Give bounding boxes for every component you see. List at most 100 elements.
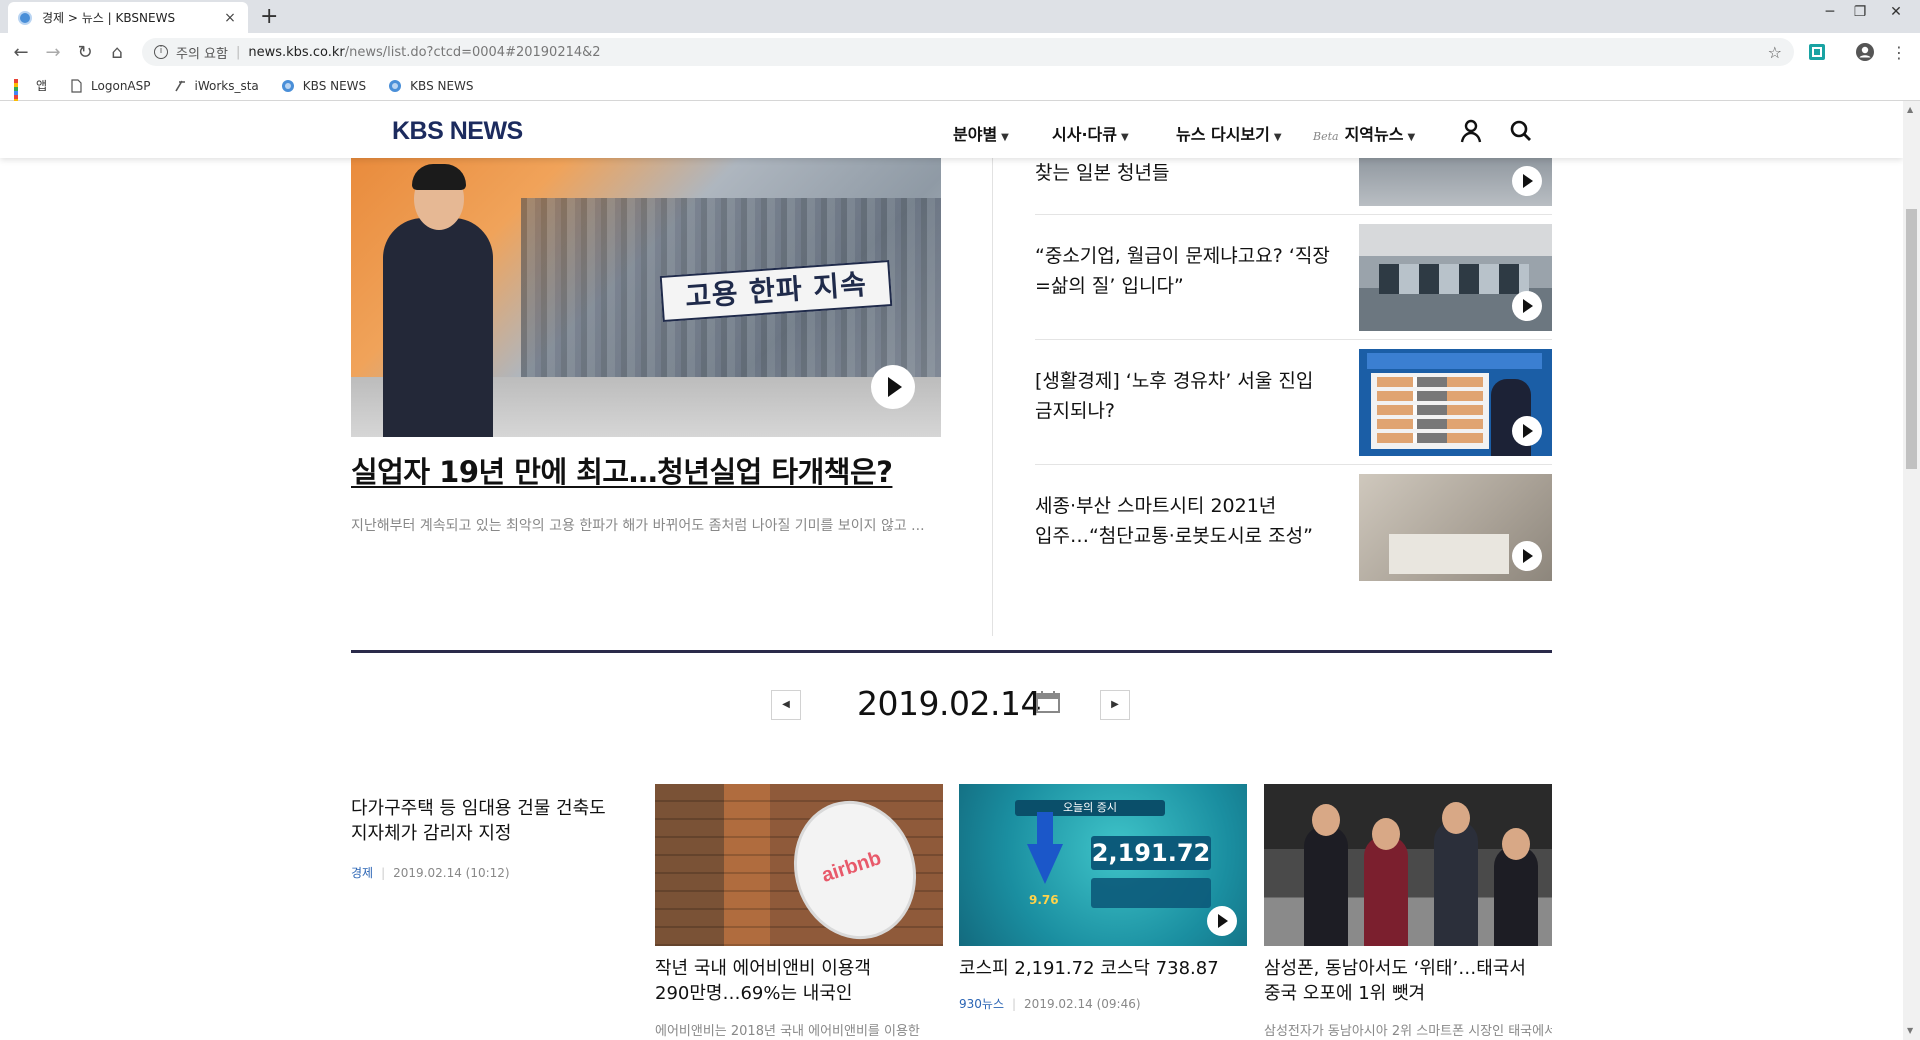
bookmark-kbs-news[interactable]: KBS NEWS	[388, 79, 474, 93]
search-icon[interactable]	[1508, 118, 1534, 144]
play-icon[interactable]	[1512, 166, 1542, 196]
browser-toolbar: ← → ↻ ⌂ i 주의 요함 | news.kbs.co.kr /news/l…	[0, 33, 1920, 71]
article-card[interactable]: airbnb 작년 국내 에어비앤비 이용객 290만명…69%는 내국인 에어…	[655, 784, 943, 1039]
list-item-title[interactable]: “중소기업, 월급이 문제냐고요? ‘직장=삶의 질’ 입니다”	[1035, 241, 1345, 301]
person-head	[1312, 804, 1340, 836]
infographic-table	[1371, 373, 1489, 449]
bookmark-logonasp[interactable]: LogonASP	[69, 78, 151, 93]
back-icon[interactable]: ←	[8, 40, 34, 66]
article-thumbnail[interactable]: 오늘의 증시 9.76 2,191.72	[959, 784, 1247, 946]
nav-label: 뉴스 다시보기	[1176, 125, 1270, 144]
article-thumbnail[interactable]	[1264, 784, 1552, 946]
reload-icon[interactable]: ↻	[72, 40, 98, 66]
forward-icon[interactable]: →	[40, 40, 66, 66]
index-subpanel	[1091, 878, 1211, 908]
article-title[interactable]: 작년 국내 에어비앤비 이용객 290만명…69%는 내국인	[655, 956, 943, 1006]
profile-icon[interactable]	[1855, 42, 1875, 62]
nav-item-docu[interactable]: 시사·다큐 ▼	[1052, 121, 1129, 145]
page-icon	[71, 78, 82, 93]
featured-video-thumbnail[interactable]: 고용 한파 지속	[351, 158, 941, 437]
featured-summary[interactable]: 지난해부터 계속되고 있는 최악의 고용 한파가 해가 바뀌어도 좀처럼 나아질…	[351, 515, 931, 535]
article-title[interactable]: 코스피 2,191.72 코스닥 738.87	[959, 956, 1247, 981]
nav-item-local[interactable]: Beta 지역뉴스 ▼	[1313, 121, 1415, 145]
nav-label: 시사·다큐	[1052, 125, 1117, 144]
iworks-icon	[174, 80, 185, 91]
close-window-icon[interactable]: ✕	[1876, 0, 1916, 30]
browser-tab[interactable]: 경제 > 뉴스 | KBSNEWS ×	[8, 2, 248, 33]
scrollbar-thumb[interactable]	[1906, 209, 1917, 469]
list-item-thumbnail[interactable]	[1359, 474, 1552, 581]
article-title[interactable]: 다가구주택 등 임대용 건물 건축도 지자체가 감리자 지정	[351, 796, 639, 846]
bookmark-label: iWorks_sta	[194, 78, 259, 93]
person-figure	[1434, 821, 1478, 946]
play-icon[interactable]	[1207, 906, 1237, 936]
prev-date-button[interactable]: ◀	[771, 690, 801, 720]
site-header: KBS NEWS 분야별 ▼ 시사·다큐 ▼ 뉴스 다시보기 ▼ Beta 지역뉴스 ▼	[0, 101, 1903, 158]
article-category[interactable]: 930뉴스	[959, 997, 1004, 1011]
bookmark-label: KBS NEWS	[302, 78, 367, 93]
article-card[interactable]: 다가구주택 등 임대용 건물 건축도 지자체가 감리자 지정 경제 | 2019.0…	[351, 784, 639, 881]
bookmark-kbs-news[interactable]: KBS NEWS	[281, 79, 366, 93]
list-item-title[interactable]: [생활경제] ‘노후 경유차’ 서울 진입 금지되나?	[1035, 366, 1345, 426]
vertical-scrollbar[interactable]: ▲ ▼	[1903, 101, 1920, 1040]
caret-down-icon: ▼	[1407, 132, 1416, 143]
security-warning[interactable]: 주의 요함	[176, 43, 228, 62]
bookmarks-bar: 앱 LogonASP iWorks_sta KBS NEWS KBS NEWS	[0, 71, 1920, 115]
extension-icon[interactable]	[1807, 42, 1827, 62]
info-icon[interactable]: i	[154, 45, 168, 59]
scroll-down-icon[interactable]: ▼	[1907, 1026, 1913, 1035]
url-host: news.kbs.co.kr	[248, 44, 345, 60]
list-item[interactable]: 세종·부산 스마트시티 2021년 입주…“첨단교통·로봇도시로 조성”	[1035, 465, 1552, 590]
article-card[interactable]: 삼성폰, 동남아서도 ‘위태’…태국서 중국 오포에 1위 뺏겨 삼성전자가 동…	[1264, 784, 1552, 1039]
nav-item-category[interactable]: 분야별 ▼	[953, 121, 1009, 145]
url-separator: |	[235, 44, 241, 60]
kbs-news-logo[interactable]: KBS NEWS	[392, 117, 523, 146]
column-divider	[992, 158, 993, 636]
page-viewport: KBS NEWS 분야별 ▼ 시사·다큐 ▼ 뉴스 다시보기 ▼ Beta 지역뉴스 ▼ …	[0, 101, 1903, 1040]
restore-icon[interactable]: ❐	[1840, 0, 1880, 30]
nav-item-replay[interactable]: 뉴스 다시보기 ▼	[1176, 121, 1282, 145]
list-item-thumbnail[interactable]	[1359, 224, 1552, 331]
user-icon[interactable]	[1458, 118, 1484, 144]
nav-label: 지역뉴스	[1344, 125, 1404, 144]
play-icon[interactable]	[1512, 416, 1542, 446]
article-thumbnail[interactable]: airbnb	[655, 784, 943, 946]
article-card[interactable]: 오늘의 증시 9.76 2,191.72 코스피 2,191.72 코스닥 73…	[959, 784, 1247, 1012]
address-bar[interactable]: i 주의 요함 | news.kbs.co.kr /news/list.do?c…	[142, 38, 1794, 66]
anchor-hair	[412, 164, 466, 190]
menu-kebab-icon[interactable]: ⋮	[1886, 40, 1912, 66]
scroll-up-icon[interactable]: ▲	[1907, 105, 1913, 114]
article-meta: 930뉴스 | 2019.02.14 (09:46)	[959, 995, 1247, 1012]
list-item[interactable]: “중소기업, 월급이 문제냐고요? ‘직장=삶의 질’ 입니다”	[1035, 215, 1552, 340]
list-item[interactable]: [생활경제] ‘노후 경유차’ 서울 진입 금지되나?	[1035, 340, 1552, 465]
featured-headline[interactable]: 실업자 19년 만에 최고…청년실업 타개책은?	[351, 449, 893, 491]
tab-close-icon[interactable]: ×	[222, 10, 238, 26]
article-summary[interactable]: 에어비앤비는 2018년 국내 에어비앤비를 이용한	[655, 1020, 943, 1039]
bookmark-star-icon[interactable]: ☆	[1768, 43, 1782, 62]
article-title[interactable]: 삼성폰, 동남아서도 ‘위태’…태국서 중국 오포에 1위 뺏겨	[1264, 956, 1552, 1006]
play-icon[interactable]	[1512, 541, 1542, 571]
article-summary[interactable]: 삼성전자가 동남아시아 2위 스마트폰 시장인 태국에서	[1264, 1020, 1552, 1039]
list-item-title[interactable]: 찾는 일본 청년들	[1035, 158, 1345, 188]
next-date-button[interactable]: ▶	[1100, 690, 1130, 720]
caret-down-icon: ▼	[1120, 132, 1129, 143]
person-figure	[1494, 846, 1538, 946]
play-icon[interactable]	[871, 365, 915, 409]
bookmark-label: LogonASP	[91, 78, 151, 93]
play-icon[interactable]	[1512, 291, 1542, 321]
person-head	[1502, 828, 1530, 860]
person-figure	[1304, 826, 1348, 946]
tab-title: 경제 > 뉴스 | KBSNEWS	[42, 11, 176, 25]
list-item-thumbnail[interactable]	[1359, 349, 1552, 456]
caret-down-icon: ▼	[1273, 132, 1282, 143]
calendar-icon[interactable]	[1036, 691, 1060, 713]
bookmark-apps[interactable]: 앱	[14, 77, 48, 115]
new-tab-button[interactable]: +	[260, 4, 278, 29]
article-category[interactable]: 경제	[351, 866, 373, 880]
list-item-title[interactable]: 세종·부산 스마트시티 2021년 입주…“첨단교통·로봇도시로 조성”	[1035, 491, 1345, 551]
bookmark-iworks[interactable]: iWorks_sta	[173, 79, 259, 93]
beta-badge: Beta	[1313, 130, 1339, 143]
bookmark-label: 앱	[36, 79, 48, 93]
home-icon[interactable]: ⌂	[104, 40, 130, 66]
kbs-favicon-icon	[18, 10, 32, 25]
